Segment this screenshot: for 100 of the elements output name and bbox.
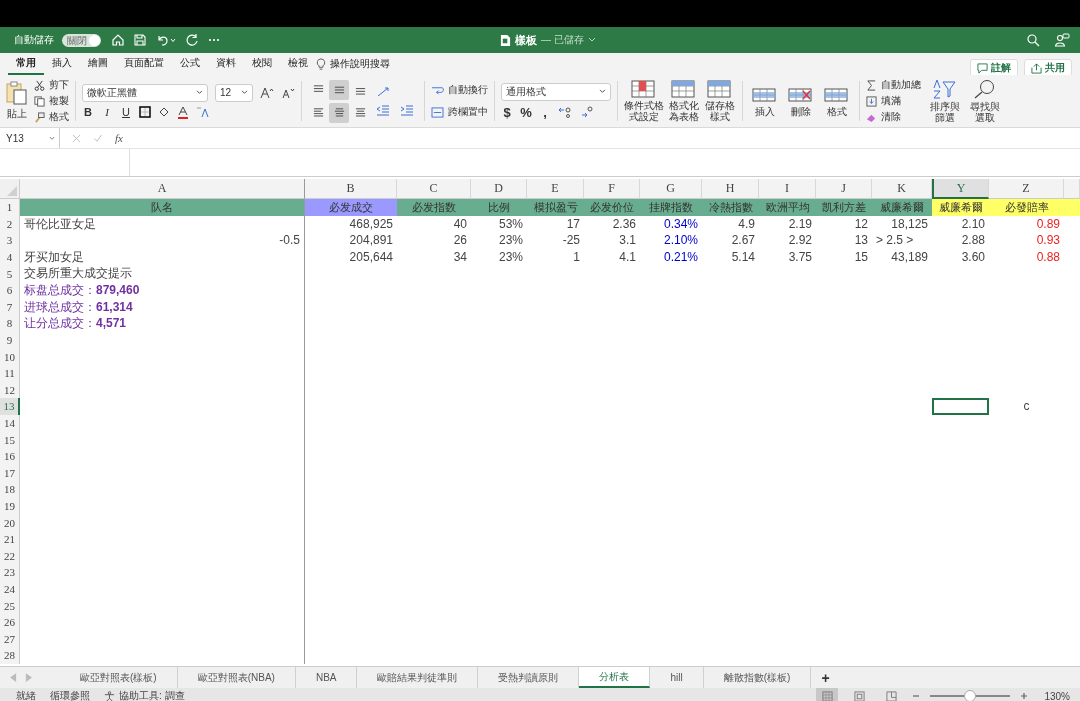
check-icon[interactable] [93, 133, 103, 143]
font-size-dropdown[interactable]: 12 [215, 83, 253, 102]
search-icon[interactable] [1026, 33, 1040, 47]
zoom-percent[interactable]: 130% [1044, 690, 1070, 701]
align-button[interactable] [329, 102, 349, 123]
row-header[interactable]: 1 [0, 199, 20, 216]
row-header[interactable]: 5 [0, 265, 20, 282]
find-select-button[interactable]: 尋找與選取 [969, 79, 1001, 123]
save-icon[interactable] [133, 33, 147, 47]
accessibility-icon[interactable] [104, 690, 115, 701]
column-header[interactable]: Y [932, 179, 989, 199]
clear-button[interactable]: 清除 [866, 109, 921, 125]
row-header[interactable]: 3 [0, 232, 20, 249]
add-sheet-button[interactable]: + [811, 667, 840, 688]
column-header[interactable]: C [397, 179, 471, 199]
row-header[interactable]: 18 [0, 481, 20, 498]
ribbon-tab[interactable]: 頁面配置 [116, 53, 172, 75]
column-header[interactable]: B [305, 179, 397, 199]
column-header[interactable]: H [702, 179, 759, 199]
cell-styles-button[interactable]: 儲存格樣式 [704, 80, 736, 122]
row-header[interactable]: 13 [0, 398, 20, 415]
conditional-format-button[interactable]: 條件式格式設定 [624, 80, 664, 122]
accessibility-status[interactable]: 協助工具: 調查 [119, 689, 185, 701]
ribbon-tab[interactable]: 資料 [208, 53, 244, 75]
paste-button[interactable]: 貼上 [6, 81, 28, 121]
increase-font-icon[interactable] [260, 86, 274, 99]
decrease-indent-icon[interactable] [376, 104, 390, 116]
delete-cells-button[interactable]: 刪除 [785, 85, 817, 117]
undo-icon[interactable] [155, 33, 177, 47]
format-table-button[interactable]: 格式化為表格 [668, 80, 700, 122]
text-orientation-icon[interactable] [196, 106, 210, 118]
ribbon-tab[interactable]: 繪圖 [80, 53, 116, 75]
fill-button[interactable]: 填滿 [866, 93, 921, 109]
increase-indent-icon[interactable] [400, 104, 414, 116]
sheet-tab[interactable]: 分析表 [579, 667, 651, 688]
column-header[interactable]: D [471, 179, 527, 199]
column-header[interactable]: A [20, 179, 305, 199]
row-header[interactable]: 20 [0, 514, 20, 531]
decrease-font-icon[interactable] [281, 86, 295, 99]
autosum-button[interactable]: 自動加總 [866, 77, 921, 93]
underline-button[interactable]: U [120, 106, 132, 118]
normal-view-button[interactable] [816, 688, 839, 701]
comma-button[interactable]: , [539, 104, 551, 120]
save-status[interactable]: — 已儲存 [541, 33, 584, 47]
table-cell-text: -25 [561, 232, 581, 249]
copy-button[interactable]: 複製 [34, 93, 69, 109]
align-button[interactable] [329, 79, 349, 100]
bold-button[interactable]: B [82, 106, 94, 118]
column-header[interactable]: G [640, 179, 702, 199]
fill-color-icon[interactable] [158, 106, 170, 118]
name-box[interactable]: Y13 [0, 128, 60, 148]
format-painter-button[interactable]: 格式 [34, 109, 69, 125]
redo-icon[interactable] [185, 33, 199, 47]
column-header[interactable]: K [872, 179, 932, 199]
cell-cursor[interactable] [932, 398, 989, 415]
home-icon[interactable] [111, 33, 125, 47]
row-header[interactable]: 27 [0, 630, 20, 648]
borders-icon[interactable] [139, 106, 151, 118]
row-header[interactable]: 23 [0, 564, 20, 581]
column-header[interactable]: J [816, 179, 872, 199]
column-header[interactable]: Z [989, 179, 1064, 199]
row-header[interactable]: 22 [0, 547, 20, 565]
font-color-icon[interactable] [177, 105, 189, 119]
ribbon-tab[interactable]: 插入 [44, 53, 80, 75]
merge-center-button[interactable]: 跨欄置中 [431, 104, 488, 120]
column-header[interactable]: I [759, 179, 816, 199]
sort-filter-button[interactable]: 排序與篩選 [929, 79, 961, 123]
autosave-toggle[interactable]: 關閉 [62, 33, 101, 47]
row-header[interactable]: 15 [0, 431, 20, 448]
percent-button[interactable]: % [520, 104, 532, 120]
header-cell: 凯利方差 [816, 199, 872, 216]
tell-me-search[interactable]: 操作說明搜尋 [330, 57, 390, 71]
function-button[interactable]: fx [115, 132, 123, 144]
orientation-icon[interactable] [376, 86, 392, 98]
table-icon [707, 80, 733, 98]
zoom-out-icon[interactable] [912, 692, 921, 700]
format-cells-button[interactable]: 格式 [821, 85, 853, 117]
zoom-in-icon[interactable] [1020, 692, 1029, 700]
column-header[interactable]: E [527, 179, 584, 199]
insert-cells-button[interactable]: 插入 [749, 85, 781, 117]
number-format-dropdown[interactable]: 通用格式 [501, 82, 611, 101]
ribbon-tab[interactable]: 校閱 [244, 53, 280, 75]
people-icon[interactable] [1054, 33, 1070, 47]
row-header[interactable]: 28 [0, 647, 20, 664]
ribbon-tab[interactable]: 檢視 [280, 53, 316, 75]
italic-button[interactable]: I [101, 106, 113, 118]
column-header[interactable]: F [584, 179, 640, 199]
caret-icon[interactable] [587, 37, 596, 43]
header-cell: 必发价位 [584, 199, 640, 216]
currency-button[interactable]: $ [501, 104, 513, 120]
row-header[interactable]: 10 [0, 348, 20, 365]
cut-button[interactable]: 剪下 [34, 77, 69, 93]
ribbon-tab[interactable]: 公式 [172, 53, 208, 75]
sort-filter-icon [932, 79, 958, 99]
wrap-text-button[interactable]: 自動換行 [431, 82, 488, 98]
zoom-slider-thumb[interactable] [964, 690, 977, 701]
increase-decimal-icon[interactable] [558, 106, 574, 118]
row-header[interactable]: 25 [0, 597, 20, 614]
row-header[interactable]: 8 [0, 315, 20, 332]
font-family-dropdown[interactable]: 微軟正黑體 [82, 83, 208, 102]
